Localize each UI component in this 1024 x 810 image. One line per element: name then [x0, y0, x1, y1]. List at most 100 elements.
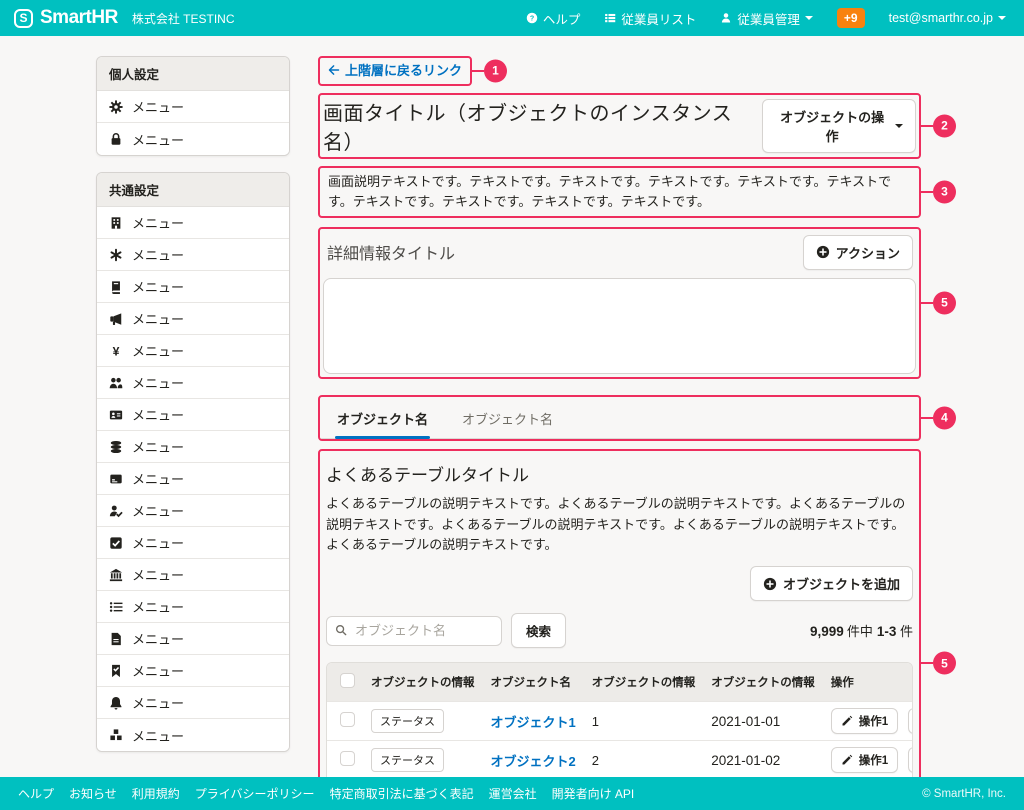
sidebar-item-menu[interactable]: メニュー	[97, 399, 289, 431]
table-row: ステータス オブジェクト2 2 2021-01-02 操作1 操作2	[327, 741, 913, 780]
sidebar-item-menu[interactable]: メニュー	[97, 559, 289, 591]
sidebar-item-menu[interactable]: ¥ メニュー	[97, 335, 289, 367]
search-input[interactable]	[326, 616, 502, 646]
sidebar-item-menu[interactable]: メニュー	[97, 303, 289, 335]
edit-button[interactable]: 操作1	[831, 747, 898, 773]
delete-button[interactable]: 操作2	[908, 747, 913, 773]
back-link-label: 上階層に戻るリンク	[345, 60, 462, 79]
add-row: オブジェクトを追加	[326, 566, 913, 601]
sidebar-item-menu[interactable]: メニュー	[97, 527, 289, 559]
footer-link-developer-api[interactable]: 開発者向け API	[552, 785, 635, 802]
column-header: オブジェクトの情報	[363, 663, 483, 702]
bell-icon	[109, 696, 123, 710]
nav-employee-list-label: 従業員リスト	[621, 9, 696, 28]
footer-link-privacy[interactable]: プライバシーポリシー	[195, 785, 315, 802]
footer-link-company[interactable]: 運営会社	[489, 785, 537, 802]
sidebar-item-label: メニュー	[132, 469, 184, 488]
search-button[interactable]: 検索	[511, 613, 566, 648]
svg-text:¥: ¥	[113, 344, 120, 358]
annotation-box-back-link: 上階層に戻るリンク 1	[318, 56, 472, 86]
file-text-icon	[109, 632, 123, 646]
date-cell: 2021-01-01	[703, 702, 823, 741]
sidebar-section-title: 個人設定	[97, 57, 289, 91]
sidebar-item-label: メニュー	[132, 341, 184, 360]
table-section-description: よくあるテーブルの説明テキストです。よくあるテーブルの説明テキストです。よくある…	[326, 494, 913, 556]
row-checkbox[interactable]	[340, 751, 355, 766]
annotation-badge-4: 4	[933, 406, 956, 429]
top-nav: ? ヘルプ 従業員リスト 従業員管理 +9 test@smarthr.co.jp	[526, 8, 1006, 28]
sidebar-item-menu[interactable]: メニュー	[97, 495, 289, 527]
add-object-button[interactable]: オブジェクトを追加	[750, 566, 913, 601]
sidebar-section-common: 共通設定 メニュー メニュー メニュー メニュー ¥メニュー メニュー メニュー…	[96, 172, 290, 752]
sidebar-item-menu[interactable]: メニュー	[97, 591, 289, 623]
plus-circle-icon	[763, 577, 777, 591]
table-section-title: よくあるテーブルタイトル	[326, 461, 913, 486]
edit-button[interactable]: 操作1	[831, 708, 898, 734]
column-header: オブジェクト名	[483, 663, 584, 702]
detail-panel-header: 詳細情報タイトル アクション	[323, 232, 916, 278]
person-icon	[720, 12, 732, 24]
arrow-left-icon	[328, 64, 340, 76]
select-all-checkbox[interactable]	[340, 673, 355, 688]
sidebar-item-label: メニュー	[132, 97, 184, 116]
sidebar-item-menu[interactable]: メニュー	[97, 271, 289, 303]
annotation-box-table: よくあるテーブルタイトル よくあるテーブルの説明テキストです。よくあるテーブルの…	[318, 449, 921, 810]
account-menu[interactable]: test@smarthr.co.jp	[889, 11, 1006, 25]
sidebar-item-menu[interactable]: メニュー	[97, 239, 289, 271]
sidebar-item-menu[interactable]: メニュー	[97, 719, 289, 751]
sidebar-item-label: メニュー	[132, 437, 184, 456]
column-header: オブジェクトの情報	[703, 663, 823, 702]
footer-link-news[interactable]: お知らせ	[69, 785, 117, 802]
sidebar-item-menu[interactable]: メニュー	[97, 431, 289, 463]
annotation-box-title: 画面タイトル（オブジェクトのインスタンス名） オブジェクトの操作 2	[318, 93, 921, 159]
annotation-badge-5: 5	[933, 291, 956, 314]
footer-link-terms[interactable]: 利用規約	[132, 785, 180, 802]
nav-help-label: ヘルプ	[543, 9, 581, 28]
action-button-label: アクション	[836, 243, 900, 262]
brand[interactable]: S SmartHR	[14, 7, 118, 29]
notification-badge[interactable]: +9	[837, 8, 865, 28]
sidebar-item-menu[interactable]: メニュー	[97, 367, 289, 399]
annotation-badge-3: 3	[933, 180, 956, 203]
object-action-dropdown-button[interactable]: オブジェクトの操作	[762, 99, 916, 153]
account-email: test@smarthr.co.jp	[889, 11, 993, 25]
nav-help[interactable]: ? ヘルプ	[526, 9, 581, 28]
object-link[interactable]: オブジェクト1	[491, 715, 576, 730]
sidebar-item-menu[interactable]: メニュー	[97, 123, 289, 155]
sidebar-item-label: メニュー	[132, 501, 184, 520]
sidebar-item-menu[interactable]: メニュー	[97, 687, 289, 719]
footer-link-help[interactable]: ヘルプ	[18, 785, 54, 802]
nav-employee-list[interactable]: 従業員リスト	[604, 9, 696, 28]
sidebar-item-menu[interactable]: メニュー	[97, 623, 289, 655]
object-link[interactable]: オブジェクト2	[491, 754, 576, 769]
sidebar-item-menu[interactable]: メニュー	[97, 463, 289, 495]
copyright: © SmartHR, Inc.	[922, 788, 1006, 800]
sidebar-item-menu[interactable]: メニュー	[97, 91, 289, 123]
footer-link-commerce-law[interactable]: 特定商取引法に基づく表記	[330, 785, 474, 802]
tab-object-2[interactable]: オブジェクト名	[460, 397, 555, 438]
chevron-down-icon	[998, 16, 1006, 24]
chevron-down-icon	[805, 16, 813, 24]
nav-employee-admin[interactable]: 従業員管理	[720, 9, 813, 28]
nav-employee-admin-label: 従業員管理	[737, 9, 800, 28]
page-title: 画面タイトル（オブジェクトのインスタンス名）	[323, 97, 762, 155]
page: S SmartHR 株式会社 TESTINC ? ヘルプ 従業員リスト 従業員管…	[0, 0, 1024, 810]
sidebar-item-label: メニュー	[132, 726, 184, 745]
sidebar-item-menu[interactable]: メニュー	[97, 207, 289, 239]
back-link[interactable]: 上階層に戻るリンク	[328, 60, 462, 79]
annotation-box-detail-panel: 詳細情報タイトル アクション 5	[318, 227, 921, 379]
tab-object-1[interactable]: オブジェクト名	[335, 397, 430, 438]
annotation-box-description: 画面説明テキストです。テキストです。テキストです。テキストです。テキストです。テ…	[318, 166, 921, 218]
annotation-badge-5: 5	[933, 652, 956, 675]
company-name: 株式会社 TESTINC	[132, 10, 235, 27]
database-icon	[109, 440, 123, 454]
delete-button[interactable]: 操作2	[908, 708, 913, 734]
sidebar-item-menu[interactable]: メニュー	[97, 655, 289, 687]
table-header-row: オブジェクトの情報 オブジェクト名 オブジェクトの情報 オブジェクトの情報 操作	[327, 663, 913, 702]
row-checkbox[interactable]	[340, 712, 355, 727]
search-row: 検索 9,999件中1-3 件	[326, 613, 913, 648]
check-square-icon	[109, 536, 123, 550]
add-object-label: オブジェクトを追加	[783, 574, 900, 593]
action-button[interactable]: アクション	[803, 235, 913, 270]
detail-panel-title: 詳細情報タイトル	[327, 240, 455, 264]
